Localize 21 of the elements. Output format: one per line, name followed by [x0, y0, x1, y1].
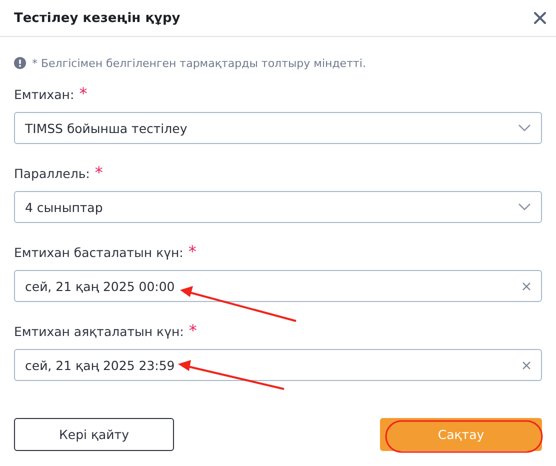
field-label: Емтихан аяқталатын күн:: [14, 324, 184, 338]
field-label: Параллель:: [14, 166, 90, 180]
required-mark: *: [79, 86, 88, 102]
select-field[interactable]: TIMSS бойынша тестілеу: [14, 112, 542, 144]
close-icon[interactable]: [534, 12, 546, 24]
dialog-title: Тестілеу кезеңін құру: [14, 10, 180, 26]
clear-icon[interactable]: [522, 360, 531, 370]
required-mark: *: [94, 165, 103, 181]
chevron-down-icon: [518, 203, 531, 211]
date-field[interactable]: сей, 21 қаң 2025 00:00: [14, 270, 542, 302]
select-field[interactable]: 4 сыныптар: [14, 191, 542, 223]
info-icon: [14, 57, 26, 69]
clear-icon[interactable]: [522, 282, 531, 290]
back-button[interactable]: Кері қайту: [14, 418, 174, 451]
field-label: Емтихан басталатын күн:: [14, 244, 184, 260]
date-field[interactable]: сей, 21 қаң 2025 23:59: [14, 349, 542, 381]
required-mark: *: [188, 323, 197, 339]
required-mark: *: [188, 244, 196, 260]
chevron-down-icon: [518, 124, 531, 132]
required-note: * Белгісімен белгіленген тармақтарды толтыру міндетті.: [32, 56, 366, 70]
field-label: Емтихан:: [14, 86, 74, 102]
